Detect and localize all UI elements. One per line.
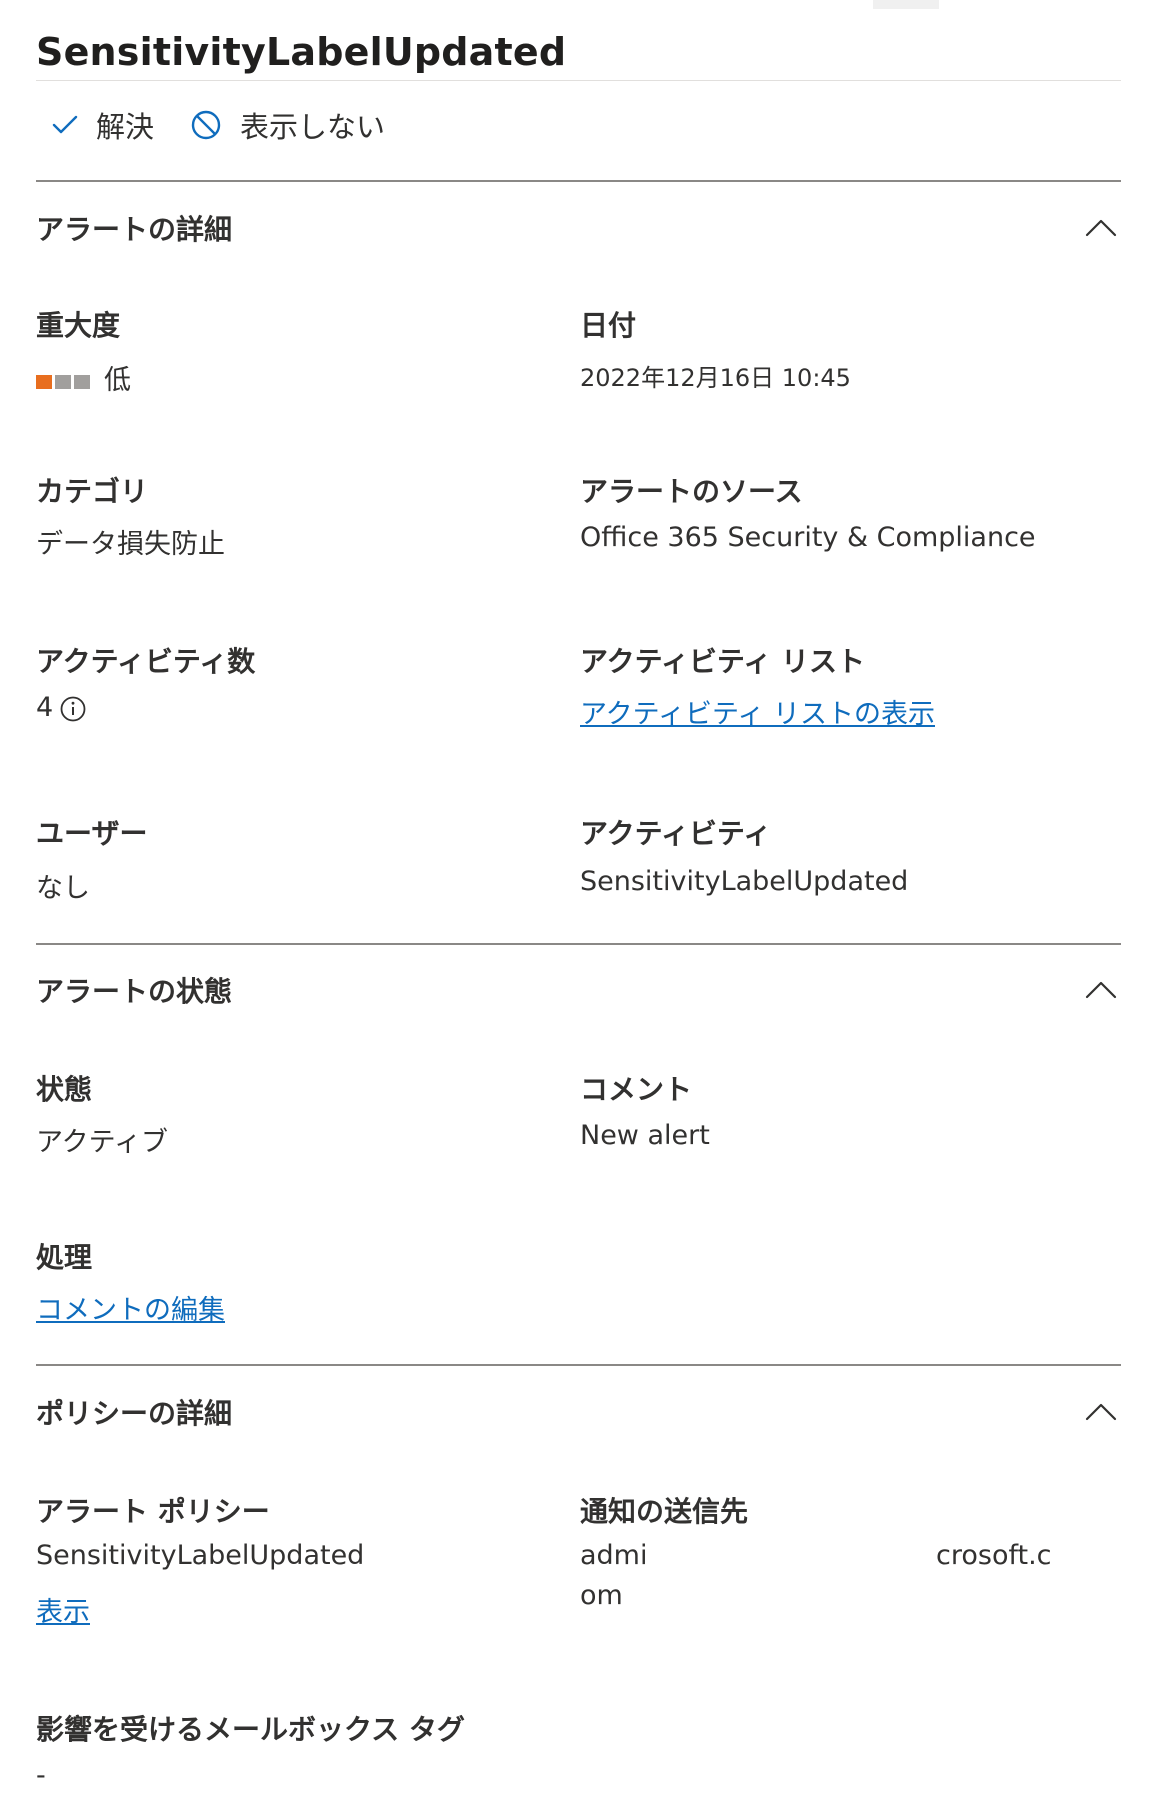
notify-recipients-end: crosoft.c: [936, 1540, 1052, 1571]
alert-policy-label: アラート ポリシー: [36, 1495, 270, 1528]
alert-source-label: アラートのソース: [580, 475, 803, 508]
date-label: 日付: [580, 309, 637, 342]
alert-status-title: アラートの状態: [36, 975, 233, 1008]
notify-recipients-start: admi: [580, 1540, 648, 1571]
policy-details-title: ポリシーの詳細: [36, 1397, 233, 1430]
activity-count-number: 4: [36, 692, 54, 723]
category-label: カテゴリ: [36, 475, 149, 508]
chevron-up-icon[interactable]: [1085, 1402, 1117, 1422]
mailbox-tags-label: 影響を受けるメールボックス タグ: [36, 1713, 465, 1746]
user-value: なし: [36, 873, 90, 904]
activity-list-label: アクティビティ リスト: [580, 645, 865, 678]
status-label: 状態: [36, 1073, 93, 1106]
view-activity-list-link[interactable]: アクティビティ リストの表示: [580, 692, 935, 731]
category-value: データ損失防止: [36, 529, 225, 560]
alert-details-title: アラートの詳細: [36, 213, 233, 246]
activity-count-value: 4: [36, 692, 87, 723]
suppress-label: 表示しない: [240, 110, 386, 144]
alert-status-header[interactable]: アラートの状態: [36, 966, 1121, 1014]
activity-value: SensitivityLabelUpdated: [580, 866, 909, 897]
severity-bar-2: [55, 374, 71, 389]
date-value: 2022年12月16日 10:45: [580, 364, 851, 392]
page-title: SensitivityLabelUpdated: [36, 30, 567, 74]
checkmark-icon: [52, 114, 78, 136]
info-icon[interactable]: [59, 695, 87, 723]
status-value: アクティブ: [36, 1127, 169, 1158]
resolve-button[interactable]: 解決: [52, 104, 154, 146]
alert-source-value: Office 365 Security & Compliance: [580, 522, 1036, 553]
suppress-button[interactable]: 表示しない: [190, 104, 385, 146]
edit-comment-link[interactable]: コメントの編集: [36, 1288, 225, 1327]
comment-label: コメント: [580, 1073, 693, 1106]
severity-bar-1: [36, 374, 52, 389]
severity-value: 低: [36, 358, 131, 397]
notify-recipients-label: 通知の送信先: [580, 1495, 749, 1528]
mailbox-tags-value: -: [36, 1760, 46, 1791]
resolve-label: 解決: [96, 110, 155, 144]
top-tab-stub: [873, 0, 939, 9]
block-icon: [190, 109, 222, 141]
alert-policy-value: SensitivityLabelUpdated: [36, 1540, 365, 1571]
activity-label: アクティビティ: [580, 817, 772, 850]
severity-bar-3: [74, 374, 90, 389]
section-divider: [36, 943, 1121, 945]
user-label: ユーザー: [36, 817, 148, 850]
severity-label: 重大度: [36, 309, 121, 342]
view-policy-link[interactable]: 表示: [36, 1590, 90, 1629]
severity-bars: [36, 374, 90, 389]
section-divider: [36, 180, 1121, 182]
policy-details-header[interactable]: ポリシーの詳細: [36, 1388, 1121, 1436]
activity-count-label: アクティビティ数: [36, 645, 256, 678]
alert-details-header[interactable]: アラートの詳細: [36, 204, 1121, 252]
notify-recipients-wrap: om: [580, 1580, 623, 1611]
action-label: 処理: [36, 1241, 93, 1274]
severity-text: 低: [104, 365, 131, 396]
chevron-up-icon[interactable]: [1085, 218, 1117, 238]
comment-value: New alert: [580, 1120, 710, 1151]
section-divider: [36, 1364, 1121, 1366]
title-divider: [36, 80, 1121, 81]
chevron-up-icon[interactable]: [1085, 980, 1117, 1000]
